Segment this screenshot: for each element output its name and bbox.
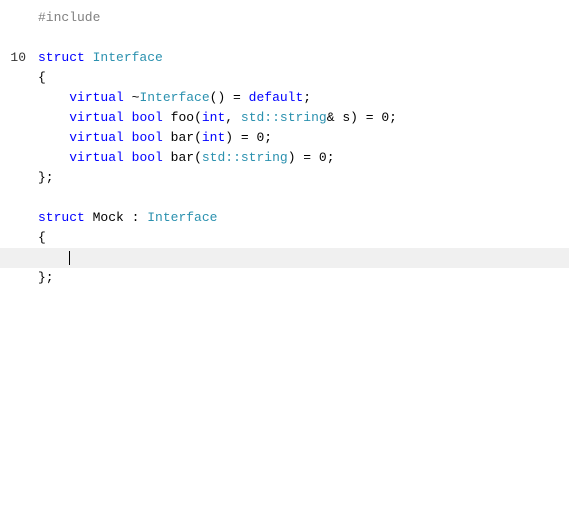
line-virtual-bar-string: virtual bool bar(std::string) = 0;	[0, 148, 569, 168]
kw-virtual-1: virtual	[69, 90, 124, 105]
line-content-cb2: };	[34, 268, 569, 288]
line-virtual-bar-int: virtual bool bar(int) = 0;	[0, 128, 569, 148]
kw-int-2: int	[202, 130, 225, 145]
line-virtual-foo: virtual bool foo(int, std::string& s) = …	[0, 108, 569, 128]
std-string-1: std::string	[241, 110, 327, 125]
code-editor[interactable]: #include 10 struct Interface { virtual ~…	[0, 0, 569, 520]
kw-virtual-4: virtual	[69, 150, 124, 165]
kw-virtual-2: virtual	[69, 110, 124, 125]
type-interface: Interface	[93, 50, 163, 65]
line-virtual-destructor: virtual ~Interface() = default;	[0, 88, 569, 108]
type-interface-2: Interface	[147, 210, 217, 225]
line-cursor[interactable]	[0, 248, 569, 268]
open-brace-2: {	[38, 230, 46, 245]
line-content-vbs: virtual bool bar(std::string) = 0;	[34, 148, 569, 168]
line-content-sm: struct Mock : Interface	[34, 208, 569, 228]
line-blank-1	[0, 28, 569, 48]
line-content-ob2: {	[34, 228, 569, 248]
line-struct-interface: 10 struct Interface	[0, 48, 569, 68]
close-brace-semi-1: };	[38, 170, 54, 185]
line-num-10: 10	[4, 48, 34, 68]
line-open-brace-2: {	[0, 228, 569, 248]
text-cursor	[69, 251, 70, 265]
line-content-vf: virtual bool foo(int, std::string& s) = …	[34, 108, 569, 128]
close-brace-semi-2: };	[38, 270, 54, 285]
line-content-cb1: };	[34, 168, 569, 188]
kw-default: default	[249, 90, 304, 105]
line-close-brace-2: };	[0, 268, 569, 288]
line-blank-2	[0, 188, 569, 208]
keyword-struct-2: struct	[38, 210, 85, 225]
line-content-1: #include	[34, 8, 569, 28]
line-content-vbi: virtual bool bar(int) = 0;	[34, 128, 569, 148]
line-content-cursor	[34, 248, 569, 268]
kw-bool-3: bool	[132, 150, 163, 165]
keyword-struct: struct	[38, 50, 85, 65]
line-content-vd: virtual ~Interface() = default;	[34, 88, 569, 108]
line-1: #include	[0, 8, 569, 28]
line-content-10: struct Interface	[34, 48, 569, 68]
line-open-brace-1: {	[0, 68, 569, 88]
kw-bool-1: bool	[132, 110, 163, 125]
std-string-2: std::string	[202, 150, 288, 165]
preprocessor-token: #include	[38, 10, 108, 25]
line-close-brace-1: };	[0, 168, 569, 188]
line-struct-mock: struct Mock : Interface	[0, 208, 569, 228]
kw-virtual-3: virtual	[69, 130, 124, 145]
line-content-ob1: {	[34, 68, 569, 88]
open-brace-1: {	[38, 70, 46, 85]
kw-bool-2: bool	[132, 130, 163, 145]
kw-int-1: int	[202, 110, 225, 125]
code-lines: #include 10 struct Interface { virtual ~…	[0, 8, 569, 288]
destructor-name: Interface	[139, 90, 209, 105]
